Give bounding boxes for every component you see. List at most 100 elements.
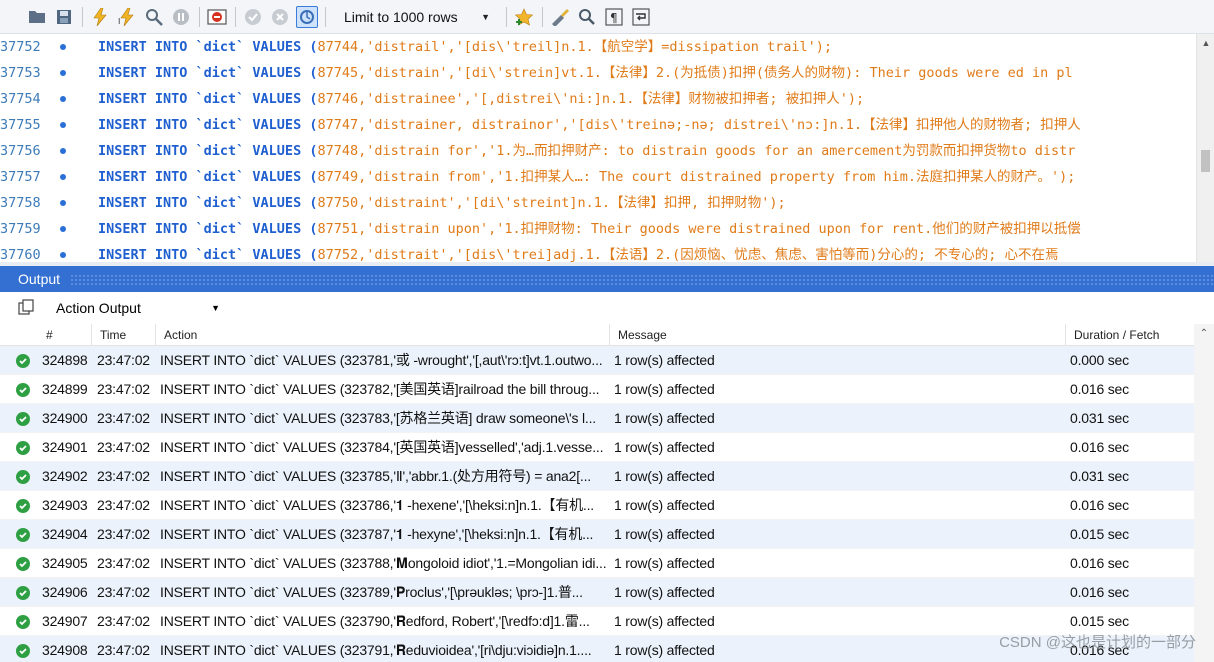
copy-icon[interactable] (18, 298, 34, 318)
watermark-text: CSDN @这也是计划的一部分 (999, 634, 1196, 651)
code-prefix: INSERT INTO `dict` VALUES ( (98, 91, 318, 107)
beautify-icon[interactable] (549, 6, 571, 28)
stop-icon[interactable] (170, 6, 192, 28)
toolbar-separator (325, 6, 326, 27)
row-number: 324905 (42, 555, 88, 571)
action-output-grid: # Time Action Message Duration / Fetch 3… (0, 324, 1214, 662)
row-number: 324903 (42, 497, 88, 513)
row-duration: 0.031 sec (1070, 410, 1129, 426)
success-icon (16, 412, 30, 426)
row-message: 1 row(s) affected (614, 439, 715, 455)
success-icon (16, 557, 30, 571)
row-message: 1 row(s) affected (614, 468, 715, 484)
code-line: 37753 INSERT INTO `dict` VALUES (87745,'… (0, 60, 1196, 86)
table-row[interactable]: 324906 23:47:02 INSERT INTO `dict` VALUE… (0, 578, 1194, 607)
row-action: INSERT INTO `dict` VALUES (323791,'𝐑eduv… (160, 642, 592, 658)
code-values: 87749,'distrain from','1.扣押某人…: The cour… (317, 169, 1076, 185)
row-time: 23:47:02 (97, 584, 150, 600)
find-icon[interactable] (576, 6, 598, 28)
row-action: INSERT INTO `dict` VALUES (323783,'[苏格兰英… (160, 410, 596, 426)
execute-icon[interactable] (89, 6, 111, 28)
line-number: 37753 (0, 65, 41, 81)
column-header-action[interactable]: Action (156, 324, 610, 346)
limit-rows-select[interactable]: Limit to 1000 rows ▼ (336, 6, 496, 28)
row-duration: 0.016 sec (1070, 439, 1129, 455)
limit-rows-label: Limit to 1000 rows (344, 8, 458, 25)
svg-text:¶: ¶ (610, 11, 618, 25)
invisible-chars-icon[interactable]: ¶ (603, 6, 625, 28)
grid-scrollbar[interactable]: ⌃ (1194, 324, 1214, 662)
statement-marker-icon (60, 148, 66, 154)
row-time: 23:47:02 (97, 613, 150, 629)
success-icon (16, 586, 30, 600)
row-time: 23:47:02 (97, 381, 150, 397)
row-duration: 0.031 sec (1070, 468, 1129, 484)
line-number: 37755 (0, 117, 41, 133)
row-action: INSERT INTO `dict` VALUES (323781,'或 -wr… (160, 352, 603, 368)
row-number: 324901 (42, 439, 88, 455)
row-number: 324907 (42, 613, 88, 629)
row-number: 324902 (42, 468, 88, 484)
sql-editor[interactable]: 37752 INSERT INTO `dict` VALUES (87744,'… (0, 34, 1214, 262)
table-row[interactable]: 324902 23:47:02 INSERT INTO `dict` VALUE… (0, 462, 1194, 491)
table-row[interactable]: 324904 23:47:02 INSERT INTO `dict` VALUE… (0, 520, 1194, 549)
toolbar-separator (235, 6, 236, 27)
line-number: 37759 (0, 221, 41, 237)
code-values: 87750,'distraint','[di\'streint]n.1.【法律】… (317, 195, 786, 211)
open-folder-icon[interactable] (26, 6, 48, 28)
row-action: INSERT INTO `dict` VALUES (323787,'𝟏 -he… (160, 526, 594, 542)
scroll-up-icon[interactable]: ▲ (1197, 38, 1214, 48)
code-prefix: INSERT INTO `dict` VALUES ( (98, 247, 318, 262)
code-values: 87751,'distrain upon','1.扣押财物: Their goo… (317, 221, 1081, 237)
table-row[interactable]: 324903 23:47:02 INSERT INTO `dict` VALUE… (0, 491, 1194, 520)
row-time: 23:47:02 (97, 526, 150, 542)
column-header-duration[interactable]: Duration / Fetch (1066, 324, 1194, 346)
success-icon (16, 615, 30, 629)
row-time: 23:47:02 (97, 439, 150, 455)
row-duration: 0.016 sec (1070, 497, 1129, 513)
row-time: 23:47:02 (97, 555, 150, 571)
output-mode-select[interactable]: Action Output ▼ (46, 296, 226, 320)
autocommit-icon[interactable] (296, 5, 318, 28)
table-row[interactable]: 324898 23:47:02 INSERT INTO `dict` VALUE… (0, 346, 1194, 375)
row-time: 23:47:02 (97, 352, 150, 368)
row-message: 1 row(s) affected (614, 584, 715, 600)
column-header-num[interactable]: # (38, 324, 92, 346)
table-row[interactable]: 324905 23:47:02 INSERT INTO `dict` VALUE… (0, 549, 1194, 578)
scroll-up-icon[interactable]: ⌃ (1194, 328, 1214, 339)
explain-icon[interactable] (143, 6, 165, 28)
header-grip[interactable] (70, 274, 1214, 286)
toolbar-separator (82, 6, 83, 27)
code-line: 37760 INSERT INTO `dict` VALUES (87752,'… (0, 242, 1196, 262)
scrollbar-thumb[interactable] (1201, 150, 1210, 172)
column-header-time[interactable]: Time (92, 324, 156, 346)
row-message: 1 row(s) affected (614, 497, 715, 513)
add-snippet-icon[interactable] (513, 6, 535, 28)
save-icon[interactable] (53, 6, 75, 28)
row-duration: 0.016 sec (1070, 555, 1129, 571)
code-prefix: INSERT INTO `dict` VALUES ( (98, 169, 318, 185)
svg-text:I: I (118, 17, 120, 26)
editor-scrollbar[interactable]: ▲ (1196, 34, 1214, 262)
code-values: 87746,'distrainee','[,distrei\'ni:]n.1.【… (317, 91, 865, 107)
output-title: Output (18, 271, 61, 287)
wrap-icon[interactable] (630, 6, 652, 28)
table-row[interactable]: 324899 23:47:02 INSERT INTO `dict` VALUE… (0, 375, 1194, 404)
execute-all-icon[interactable]: I (116, 6, 138, 28)
commit-icon[interactable] (242, 6, 264, 28)
code-line: 37754 INSERT INTO `dict` VALUES (87746,'… (0, 86, 1196, 112)
toggle-results-icon[interactable] (206, 6, 228, 28)
row-action: INSERT INTO `dict` VALUES (323789,'𝐏rocl… (160, 584, 583, 600)
line-number: 37757 (0, 169, 41, 185)
line-number: 37754 (0, 91, 41, 107)
table-row[interactable]: 324901 23:47:02 INSERT INTO `dict` VALUE… (0, 433, 1194, 462)
rollback-icon[interactable] (269, 6, 291, 28)
code-prefix: INSERT INTO `dict` VALUES ( (98, 117, 318, 133)
row-action: INSERT INTO `dict` VALUES (323790,'𝐑edfo… (160, 613, 590, 629)
statement-marker-icon (60, 44, 66, 50)
row-number: 324906 (42, 584, 88, 600)
row-number: 324904 (42, 526, 88, 542)
column-header-message[interactable]: Message (610, 324, 1066, 346)
success-icon (16, 441, 30, 455)
table-row[interactable]: 324900 23:47:02 INSERT INTO `dict` VALUE… (0, 404, 1194, 433)
